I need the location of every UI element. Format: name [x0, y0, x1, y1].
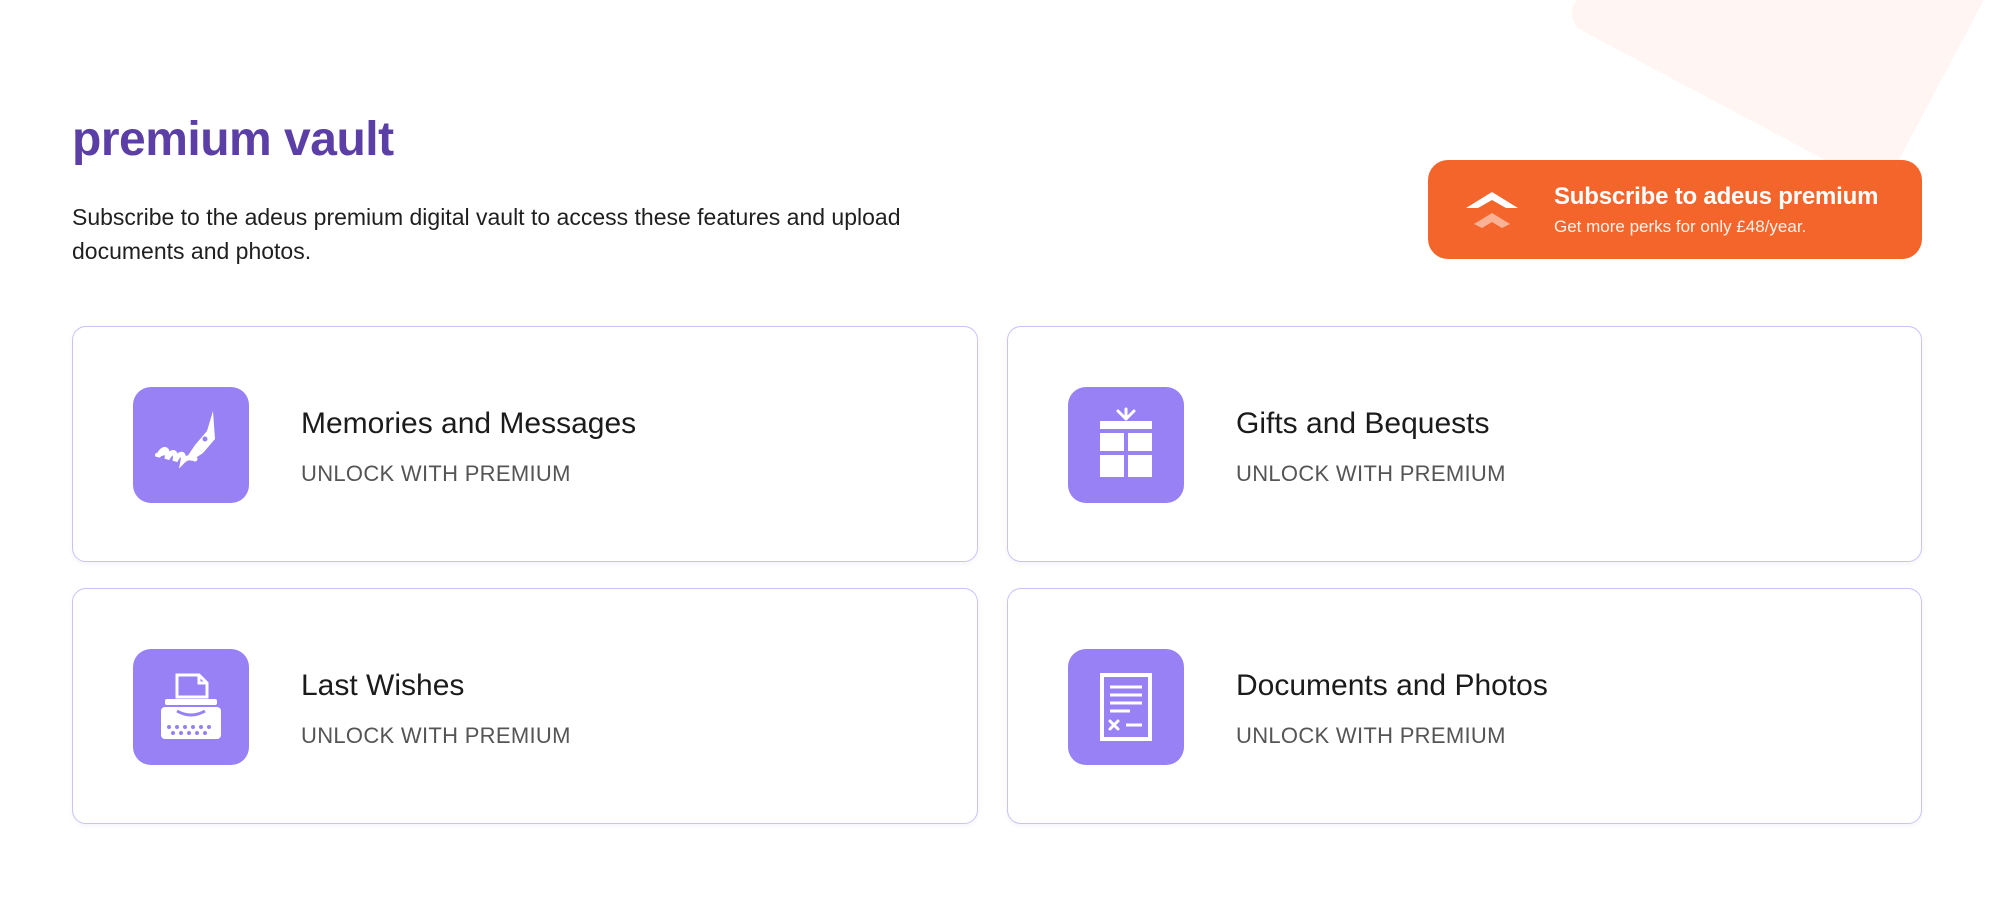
feature-icon-tile [1068, 649, 1184, 765]
fountain-pen-signature-icon [155, 411, 215, 469]
feature-card-status: UNLOCK WITH PREMIUM [301, 461, 571, 486]
feature-card-title: Memories and Messages [301, 407, 637, 440]
feature-card-gifts[interactable]: Gifts and Bequests UNLOCK WITH PREMIUM [1007, 326, 1922, 562]
subscribe-button-subtitle: Get more perks for only £48/year. [1554, 216, 1807, 236]
document-icon [1100, 673, 1152, 741]
feature-card-documents[interactable]: Documents and Photos UNLOCK WITH PREMIUM [1007, 588, 1922, 824]
premium-vault-page: premium vault Subscribe to the adeus pre… [0, 0, 2000, 906]
feature-card-status: UNLOCK WITH PREMIUM [301, 723, 571, 748]
feature-card-memories[interactable]: Memories and Messages UNLOCK WITH PREMIU… [72, 326, 978, 562]
subscribe-button-title: Subscribe to adeus premium [1554, 182, 1879, 210]
feature-card-title: Last Wishes [301, 669, 465, 702]
feature-card-last-wishes[interactable]: Last Wishes UNLOCK WITH PREMIUM [72, 588, 978, 824]
page-title: premium vault [72, 113, 394, 166]
gift-icon [1100, 407, 1152, 477]
feature-card-status: UNLOCK WITH PREMIUM [1236, 723, 1506, 748]
typewriter-icon [161, 673, 221, 739]
subscribe-button-text: Subscribe to adeus premium Get more perk… [1554, 183, 1878, 237]
subscribe-premium-button[interactable]: Subscribe to adeus premium Get more perk… [1428, 160, 1922, 259]
page-description: Subscribe to the adeus premium digital v… [72, 204, 901, 264]
feature-icon-tile [1068, 387, 1184, 503]
double-chevron-up-icon [1466, 191, 1518, 228]
feature-icon-tile [133, 649, 249, 765]
feature-card-title: Gifts and Bequests [1236, 407, 1490, 440]
feature-icon-tile [133, 387, 249, 503]
feature-card-status: UNLOCK WITH PREMIUM [1236, 461, 1506, 486]
feature-card-title: Documents and Photos [1236, 669, 1548, 702]
